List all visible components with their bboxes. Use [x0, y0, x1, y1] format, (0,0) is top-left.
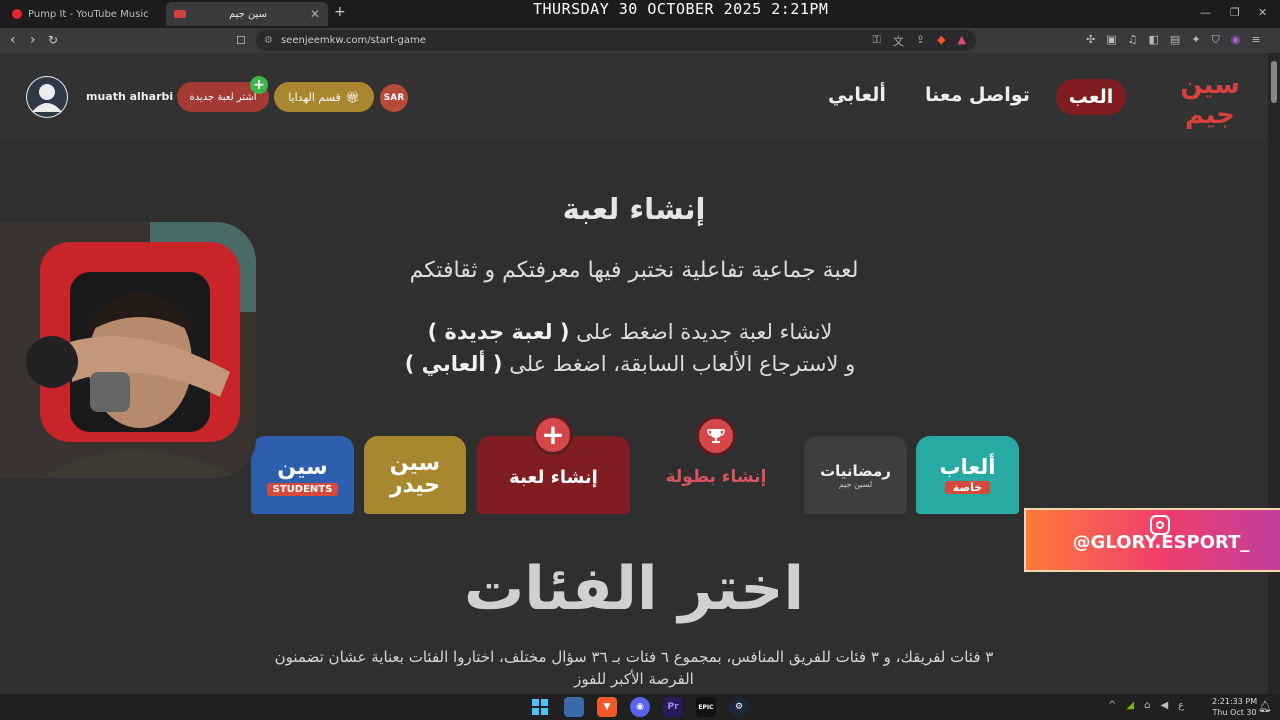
stream-date-overlay: THURSDAY 30 OCTOBER 2025 2:21PM — [533, 0, 829, 18]
reload-icon[interactable]: ↻ — [48, 33, 58, 47]
webcam-feed — [0, 222, 256, 478]
seen-haydar-card[interactable]: سين حيدر — [364, 436, 466, 514]
back-icon[interactable]: ‹ — [10, 32, 16, 48]
browser-tabstrip: Pump It - YouTube Music سين جيم ✕ + THUR… — [0, 0, 1280, 28]
extensions-bar: ✣ ▣ ♫ ◧ ▤ ✦ ⛉ ◉ ≡ — [1086, 33, 1261, 47]
browser-toolbar: ‹ › ↻ ☐ ⚙ seenjeemkw.com/start-game ⚿ 文 … — [0, 28, 1280, 53]
windows-start-icon[interactable] — [530, 697, 550, 717]
nav-my-games[interactable]: ألعابي — [828, 84, 886, 106]
tab-youtube-music[interactable]: Pump It - YouTube Music — [4, 2, 166, 26]
taskbar-time: 2:21:33 PM — [1212, 697, 1258, 706]
trophy-shape — [707, 429, 725, 443]
card-label: إنشاء بطولة — [665, 467, 767, 487]
windows-logo — [532, 699, 548, 715]
leo-ai-icon[interactable]: ✦ — [1191, 33, 1200, 47]
special-games-card[interactable]: ألعاب خاصة — [916, 436, 1019, 514]
card-subtitle: لسين جيم — [838, 479, 873, 489]
svg-text:جيم: جيم — [1185, 100, 1235, 129]
brave-rewards-icon[interactable]: ▲ — [958, 33, 966, 49]
menu-icon[interactable]: ≡ — [1251, 33, 1260, 47]
ramadan-card[interactable]: رمضانيات لسين جيم — [804, 436, 907, 514]
svg-text:سين: سين — [1180, 70, 1240, 100]
profile-icon[interactable]: ◉ — [1231, 33, 1241, 47]
page-title: إنشاء لعبة — [562, 192, 706, 226]
premiere-pro-icon[interactable]: Pr — [663, 697, 683, 717]
close-window-icon[interactable]: ✕ — [1258, 6, 1267, 19]
tab-seenjeem[interactable]: سين جيم ✕ — [166, 2, 328, 26]
categories-description: ٣ فئات لفريقك، و ٣ فئات للفريق المنافس، … — [274, 648, 994, 688]
nvidia-icon[interactable]: ◢ — [1126, 700, 1134, 711]
card-title: رمضانيات — [820, 461, 891, 480]
gifts-label: قسم الهدايا — [288, 90, 341, 104]
plus-icon: + — [533, 415, 573, 455]
avatar[interactable] — [26, 76, 68, 118]
user-avatar-icon — [27, 77, 67, 117]
nav-play[interactable]: العب — [1056, 79, 1126, 115]
trophy-icon — [696, 416, 736, 456]
currency-badge[interactable]: SAR — [380, 84, 408, 112]
address-bar[interactable]: ⚙ seenjeemkw.com/start-game ⚿ 文 ⇪ ◆ ▲ — [256, 30, 976, 51]
instruction-new-game: لانشاء لعبة جديدة اضغط على ( لعبة جديدة … — [427, 320, 833, 344]
url-text: seenjeemkw.com/start-game — [280, 35, 426, 46]
card-label: إنشاء لعبة — [509, 466, 598, 488]
plus-icon[interactable]: + — [250, 76, 268, 94]
seenjeem-logo[interactable]: سين جيم — [1170, 63, 1250, 129]
language-indicator[interactable]: ع — [1178, 700, 1184, 711]
webcam-overlay — [0, 222, 256, 478]
social-handle-overlay: @GLORY.ESPORT_ — [1024, 508, 1280, 572]
notification-bell-icon[interactable]: 🔔︎ — [1258, 700, 1272, 713]
seen-students-card[interactable]: سين STUDENTS — [251, 436, 354, 514]
vpn-icon[interactable]: ⛉ — [1212, 33, 1220, 47]
password-key-icon[interactable]: ⚿ — [872, 33, 880, 49]
brave-shield-icon[interactable]: ◆ — [937, 33, 945, 49]
card-tag: خاصة — [944, 480, 991, 495]
epic-games-icon[interactable]: EPIC — [696, 697, 716, 717]
nav-contact[interactable]: تواصل معنا — [925, 84, 1030, 106]
social-handle: @GLORY.ESPORT_ — [1072, 532, 1250, 553]
forward-icon[interactable]: › — [30, 32, 36, 48]
gifts-button[interactable]: قسم الهدايا 🎁︎ — [274, 82, 374, 112]
bookmark-icon[interactable]: ☐ — [236, 34, 246, 47]
brave-browser-icon[interactable]: ▼ — [597, 697, 617, 717]
instruction-my-games: و لاسترجاع الألعاب السابقة، اضغط على ( أ… — [404, 352, 856, 376]
minimize-icon[interactable]: — — [1200, 6, 1211, 19]
volume-icon[interactable]: ◀ — [1160, 700, 1168, 711]
file-explorer-icon[interactable] — [564, 697, 584, 717]
site-header: سين جيم العب تواصل معنا ألعابي SAR قسم ا… — [0, 53, 1268, 140]
tab-title: Pump It - YouTube Music — [28, 8, 149, 20]
username[interactable]: muath alharbi — [86, 90, 173, 103]
extension-puzzle-icon[interactable]: ✣ — [1086, 33, 1095, 47]
scrollbar-thumb[interactable] — [1271, 61, 1277, 103]
share-icon[interactable]: ⇪ — [916, 33, 925, 49]
sidebar-icon[interactable]: ◧ — [1149, 33, 1159, 47]
media-icon[interactable]: ♫ — [1128, 33, 1138, 47]
buy-new-game-label: اشتر لعبة جديدة — [189, 91, 257, 103]
wallet-icon[interactable]: ▤ — [1170, 33, 1180, 47]
card-tag: STUDENTS — [266, 482, 339, 496]
taskbar-date: Thu Oct 30 — [1212, 708, 1257, 717]
discord-icon[interactable]: ◉ — [630, 697, 650, 717]
address-bar-actions: ⚿ 文 ⇪ ◆ ▲ — [872, 33, 966, 49]
system-tray: ^ ◢ ⌂ ◀ ع — [1108, 700, 1184, 711]
restore-icon[interactable]: ❐ — [1230, 6, 1240, 19]
translate-icon[interactable]: 文 — [893, 33, 904, 49]
card-title: ألعاب — [939, 454, 996, 479]
gift-icon: 🎁︎ — [345, 90, 360, 104]
youtube-music-icon — [12, 9, 22, 19]
close-tab-icon[interactable]: ✕ — [310, 7, 320, 21]
card-title: سين حيدر — [389, 451, 441, 498]
network-icon[interactable]: ⌂ — [1144, 700, 1150, 711]
taskbar-clock[interactable]: 2:21:33 PM Thu Oct 30 — [1212, 696, 1257, 718]
tray-overflow-icon[interactable]: ^ — [1108, 700, 1116, 711]
site-info-icon[interactable]: ⚙ — [264, 35, 273, 46]
card-title: سين — [277, 454, 328, 480]
page-scrollbar[interactable] — [1268, 53, 1280, 694]
tab-title: سين جيم — [228, 8, 267, 20]
os-taskbar: ▼ ◉ Pr EPIC ⚙ ^ ◢ ⌂ ◀ ع 2:21:33 PM Thu O… — [0, 694, 1280, 720]
screenshot-icon[interactable]: ▣ — [1106, 33, 1116, 47]
new-tab-button[interactable]: + — [334, 4, 346, 20]
steam-icon[interactable]: ⚙ — [729, 697, 749, 717]
seenjeem-favicon — [174, 10, 186, 18]
